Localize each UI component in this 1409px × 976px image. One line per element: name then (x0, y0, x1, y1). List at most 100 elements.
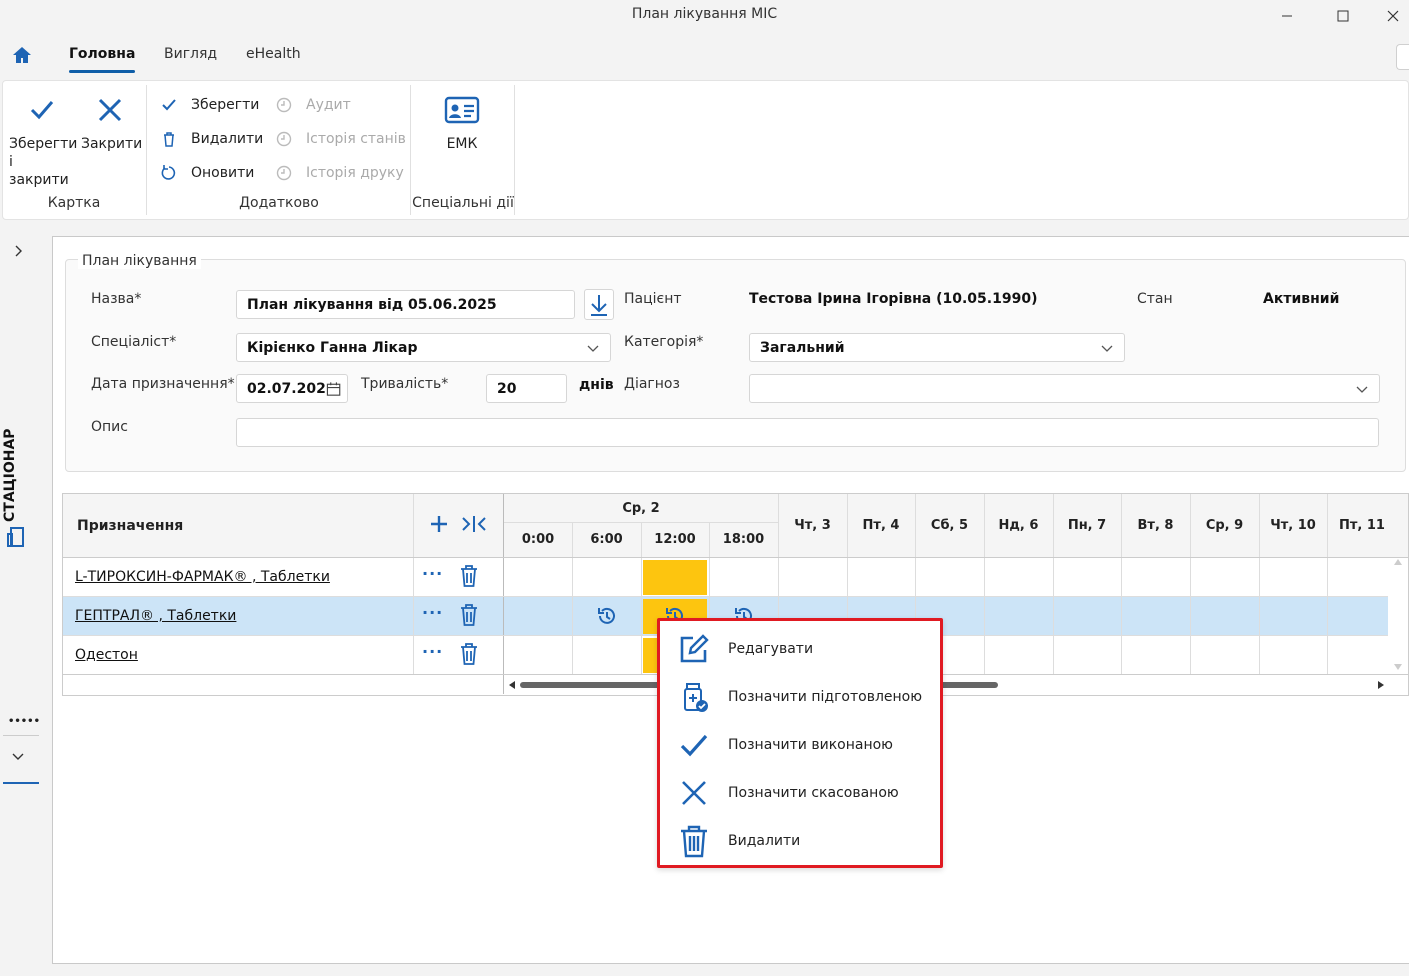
scroll-left-arrow[interactable] (508, 680, 516, 690)
tab-view[interactable]: Вигляд (164, 46, 217, 70)
emk-button[interactable]: ЕМК (429, 95, 495, 153)
grid-line (572, 522, 573, 674)
duration-unit: днів (579, 377, 614, 393)
sidebar-item-inpatient[interactable]: СТАЦІОНАР (2, 422, 32, 552)
time-header: 12:00 (654, 532, 696, 547)
ribbon-extra-col-1: Зберегти Видалити Оновити (161, 95, 263, 183)
delete-row-button[interactable] (459, 564, 479, 588)
prescription-link[interactable]: Одестон (75, 647, 138, 663)
save-label: Зберегти (191, 97, 260, 113)
print-history-label: Історія друку (306, 165, 404, 181)
more-options-button[interactable]: ··· (422, 642, 443, 661)
more-options-button[interactable]: ··· (422, 564, 443, 583)
day-header: Чт, 3 (794, 518, 831, 533)
grid-line (1190, 494, 1191, 674)
triangle-left-icon (509, 681, 515, 689)
menu-item-mark-done[interactable]: Позначити виконаною (660, 721, 940, 769)
description-label: Опис (91, 419, 128, 435)
emk-label: ЕМК (446, 136, 478, 152)
expand-rail-button[interactable] (13, 244, 25, 258)
description-field[interactable] (236, 418, 1379, 447)
date-picker[interactable]: 02.07.202 (236, 374, 348, 403)
maximize-button[interactable] (1320, 2, 1366, 30)
context-menu: Редагувати Позначити підготовленою Позна… (657, 618, 943, 868)
category-select[interactable]: Загальний (749, 333, 1125, 362)
save-close-label-2: і закрити (9, 154, 69, 188)
grid-line (984, 494, 985, 674)
more-icon[interactable]: ••••• (8, 716, 40, 727)
category-label: Категорія* (624, 334, 704, 350)
ribbon-extra-col-2: Аудит Історія станів Історія друку (276, 95, 406, 183)
refresh-button[interactable]: Оновити (161, 163, 263, 183)
calendar-icon (326, 381, 341, 396)
menu-item-mark-cancelled[interactable]: Позначити скасованою (660, 769, 940, 817)
save-small-button[interactable]: Зберегти (161, 95, 263, 115)
audit-button[interactable]: Аудит (276, 95, 406, 115)
menu-item-label: Видалити (728, 833, 801, 849)
specialist-select[interactable]: Кірієнко Ганна Лікар (236, 333, 611, 362)
add-button[interactable] (429, 514, 449, 534)
day-header: Чт, 10 (1270, 518, 1316, 533)
chevron-down-icon (587, 345, 599, 352)
collapse-columns-button[interactable] (461, 514, 487, 534)
close-button[interactable]: Закрити (81, 95, 142, 153)
save-and-close-button[interactable]: Зберегти і закрити (9, 95, 78, 189)
group-label-extra: Додатково (239, 195, 319, 211)
close-x-icon (682, 781, 706, 805)
rail-expand-button[interactable] (11, 751, 25, 763)
grid-line (1121, 494, 1122, 674)
date-label: Дата призначення* (91, 376, 235, 392)
save-close-label-1: Зберегти (9, 136, 78, 152)
download-button[interactable] (584, 289, 614, 320)
scroll-right-arrow[interactable] (1377, 680, 1385, 690)
prescription-link[interactable]: L-ТИРОКСИН-ФАРМАК® , Таблетки (75, 569, 330, 585)
grid-line (503, 494, 504, 694)
grid-line (1053, 494, 1054, 674)
state-history-button[interactable]: Історія станів (276, 129, 406, 149)
menu-item-label: Позначити виконаною (728, 737, 893, 753)
triangle-up-icon (1394, 559, 1402, 565)
refresh-icon (161, 165, 176, 180)
delete-small-button[interactable]: Видалити (161, 129, 263, 149)
duration-field[interactable]: 20 (486, 374, 567, 403)
delete-row-button[interactable] (459, 642, 479, 666)
history-slot-icon[interactable] (596, 605, 618, 627)
menu-item-mark-prepared[interactable]: Позначити підготовленою (660, 673, 940, 721)
window-title: План лікування МІС (631, 6, 778, 22)
day-header: Сб, 5 (930, 518, 969, 533)
chevron-down-icon (1356, 386, 1368, 393)
tab-home[interactable]: Головна (69, 46, 136, 73)
ribbon-separator (514, 85, 515, 215)
more-options-button[interactable]: ··· (422, 603, 443, 622)
scroll-down-arrow[interactable] (1393, 663, 1403, 671)
diagnosis-select[interactable] (749, 374, 1380, 403)
tab-ehealth[interactable]: eHealth (246, 46, 301, 70)
download-icon (591, 294, 607, 316)
collapse-ribbon-button[interactable] (1396, 44, 1409, 70)
grid-line (1259, 494, 1260, 674)
prescription-link[interactable]: ГЕПТРАЛ® , Таблетки (75, 608, 236, 624)
minimize-icon (1282, 15, 1292, 17)
scroll-up-arrow[interactable] (1393, 558, 1403, 566)
name-field[interactable]: План лікування від 05.06.2025 (236, 290, 575, 319)
rail-indicator (3, 782, 39, 784)
time-header: 0:00 (521, 532, 555, 547)
day-header: Пт, 4 (862, 518, 900, 533)
print-history-button[interactable]: Історія друку (276, 163, 406, 183)
scheduled-slot[interactable] (643, 560, 707, 595)
checkmark-icon (30, 101, 54, 120)
menu-item-delete[interactable]: Видалити (660, 817, 940, 865)
trash-icon (461, 565, 477, 587)
close-window-button[interactable] (1377, 2, 1409, 30)
minimize-button[interactable] (1264, 2, 1310, 30)
clock-icon (276, 131, 292, 147)
trash-icon (461, 643, 477, 665)
chevron-right-icon (15, 245, 22, 257)
chevron-down-icon (1101, 345, 1113, 352)
trash-icon (461, 604, 477, 626)
home-icon[interactable] (11, 45, 33, 65)
delete-row-button[interactable] (459, 603, 479, 627)
edit-icon (680, 634, 709, 663)
menu-item-edit[interactable]: Редагувати (660, 625, 940, 673)
ribbon: Зберегти і закрити Закрити Картка Зберег… (2, 80, 1409, 220)
